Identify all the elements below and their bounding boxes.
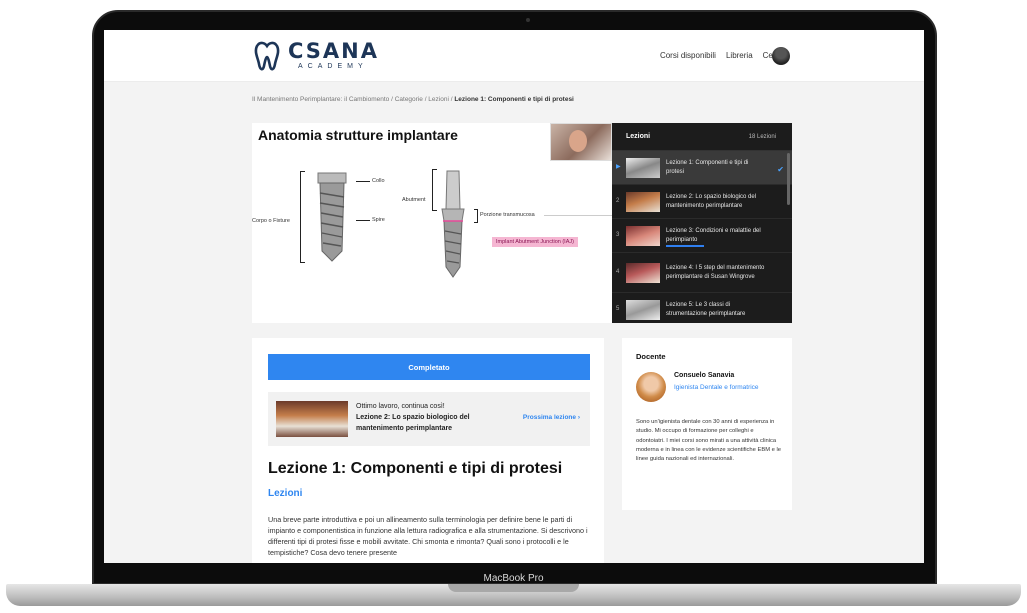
lessons-scrollbar[interactable] — [787, 153, 790, 205]
logo-subtitle: ACADEMY — [298, 63, 368, 70]
abutment-bracket — [432, 169, 437, 211]
lesson-title: Lezione 4: I 5 step del mantenimento per… — [666, 265, 765, 280]
next-lesson-text: Ottimo lavoro, continua così! Lezione 2:… — [356, 402, 506, 435]
transmucosa-bracket — [474, 209, 478, 223]
teacher-heading: Docente — [636, 352, 666, 361]
abutment-illustration — [441, 170, 465, 278]
next-lesson-title: Lezione 2: Lo spazio biologico del mante… — [356, 413, 470, 432]
lesson-title: Lezione 1: Componenti e tipi di protesi — [666, 160, 749, 175]
lesson-item-1[interactable]: ▶ Lezione 1: Componenti e tipi di protes… — [612, 151, 792, 185]
device-label: MacBook Pro — [483, 573, 544, 584]
next-lesson-thumbnail[interactable] — [276, 401, 348, 437]
label-collo: Collo — [372, 178, 385, 184]
lesson-thumbnail — [626, 262, 660, 283]
teacher-role: Igienista Dentale e formatrice — [674, 384, 759, 391]
teacher-avatar — [636, 372, 666, 402]
logo-text[interactable]: CSANA — [288, 39, 379, 63]
label-spire: Spire — [372, 217, 385, 223]
teacher-bio: Sono un'igienista dentale con 30 anni di… — [636, 419, 782, 463]
label-abutment: Abutment — [402, 197, 426, 203]
lesson-thumbnail — [626, 299, 660, 320]
next-lesson-intro: Ottimo lavoro, continua così! — [356, 403, 445, 410]
lesson-description: Una breve parte introduttiva e poi un al… — [268, 515, 588, 558]
lesson-progress-bar — [666, 245, 704, 247]
laptop-frame: CSANA ACADEMY Corsi disponibili Libreria… — [0, 0, 1027, 613]
presenter-face — [569, 130, 587, 152]
nav-library[interactable]: Libreria — [726, 51, 753, 60]
tooth-logo-icon[interactable] — [252, 40, 282, 72]
lesson-number: 3 — [616, 232, 620, 239]
fixture-bracket — [300, 171, 305, 263]
teacher-name: Consuelo Sanavia — [674, 372, 735, 379]
next-lesson-label: Prossima lezione — [522, 414, 577, 421]
breadcrumb: Il Mantenimento Perimplantare: il Cambio… — [252, 96, 574, 103]
lesson-number: 4 — [616, 269, 620, 276]
section-link[interactable]: Lezioni — [268, 488, 302, 499]
lessons-count: 18 Lezioni — [748, 133, 776, 140]
presenter-webcam — [550, 123, 612, 161]
chevron-right-icon: › — [577, 414, 580, 421]
lesson-item-4[interactable]: 4 Lezione 4: I 5 step del mantenimento p… — [612, 253, 792, 293]
play-icon: ▶ — [616, 164, 621, 171]
implant-illustration — [317, 172, 347, 262]
site-header: CSANA ACADEMY Corsi disponibili Libreria… — [104, 30, 924, 82]
lesson-title: Lezione 5: Le 3 classi di strumentazione… — [666, 302, 746, 317]
completed-button[interactable]: Completato — [268, 354, 590, 380]
next-lesson-box: Ottimo lavoro, continua così! Lezione 2:… — [268, 392, 590, 446]
webcam-dot — [526, 18, 530, 22]
label-junction: Implant Abutment Junction (IAJ) — [492, 237, 578, 247]
nav-courses[interactable]: Corsi disponibili — [660, 51, 716, 60]
screen: CSANA ACADEMY Corsi disponibili Libreria… — [104, 30, 924, 563]
lessons-header: Lezioni 18 Lezioni — [612, 123, 792, 151]
label-porzione: Porzione transmucosa — [480, 212, 535, 218]
transmucosa-line — [544, 215, 612, 216]
lessons-title: Lezioni — [626, 133, 651, 140]
breadcrumb-current: Lezione 1: Componenti e tipi di protesi — [454, 96, 574, 103]
lesson-number: 5 — [616, 306, 620, 313]
teacher-card: Docente Consuelo Sanavia Igienista Denta… — [622, 338, 792, 510]
laptop-notch — [448, 584, 579, 592]
lesson-thumbnail — [626, 157, 660, 178]
next-lesson-link[interactable]: Prossima lezione › — [523, 414, 580, 421]
lesson-item-2[interactable]: 2 Lezione 2: Lo spazio biologico del man… — [612, 185, 792, 219]
lesson-content-card: Completato Ottimo lavoro, continua così!… — [252, 338, 604, 563]
lesson-title: Lezione 2: Lo spazio biologico del mante… — [666, 194, 757, 209]
video-player[interactable]: Anatomia strutture implantare Collo Spir… — [252, 123, 612, 323]
lessons-panel: Lezioni 18 Lezioni ▶ Lezione 1: Componen… — [612, 123, 792, 323]
main-nav: Corsi disponibili Libreria Cerca — [660, 51, 784, 60]
lesson-item-3[interactable]: 3 Lezione 3: Condizioni e malattie del p… — [612, 219, 792, 253]
spire-pointer — [356, 220, 370, 221]
lesson-number: 2 — [616, 198, 620, 205]
page-title: Lezione 1: Componenti e tipi di protesi — [268, 460, 563, 477]
user-avatar[interactable] — [772, 47, 790, 65]
lesson-thumbnail — [626, 191, 660, 212]
collo-pointer — [356, 181, 370, 182]
lesson-thumbnail — [626, 225, 660, 246]
checkmark-icon: ✔ — [777, 165, 784, 174]
label-corpo: Corpo o Fixture — [252, 218, 290, 224]
lesson-title: Lezione 3: Condizioni e malattie del per… — [666, 228, 761, 243]
slide-title: Anatomia strutture implantare — [258, 127, 458, 143]
breadcrumb-trail[interactable]: Il Mantenimento Perimplantare: il Cambio… — [252, 96, 454, 103]
lesson-item-5[interactable]: 5 Lezione 5: Le 3 classi di strumentazio… — [612, 293, 792, 323]
